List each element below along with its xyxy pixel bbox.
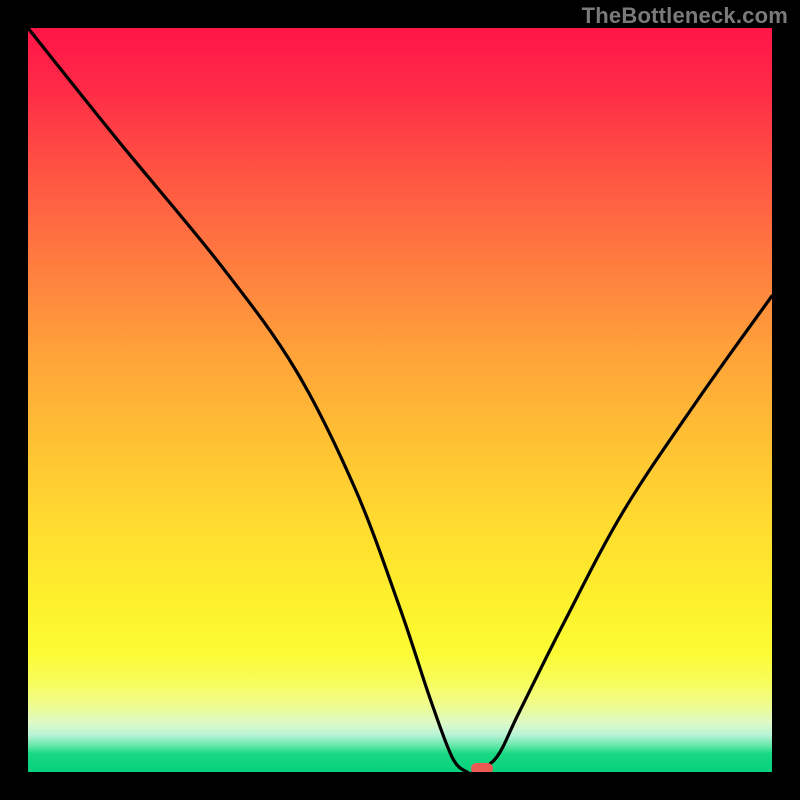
outer-frame: TheBottleneck.com xyxy=(0,0,800,800)
watermark-text: TheBottleneck.com xyxy=(582,3,788,29)
plot-area xyxy=(28,28,772,772)
optimal-point-marker xyxy=(471,763,493,772)
bottleneck-curve xyxy=(28,28,772,772)
